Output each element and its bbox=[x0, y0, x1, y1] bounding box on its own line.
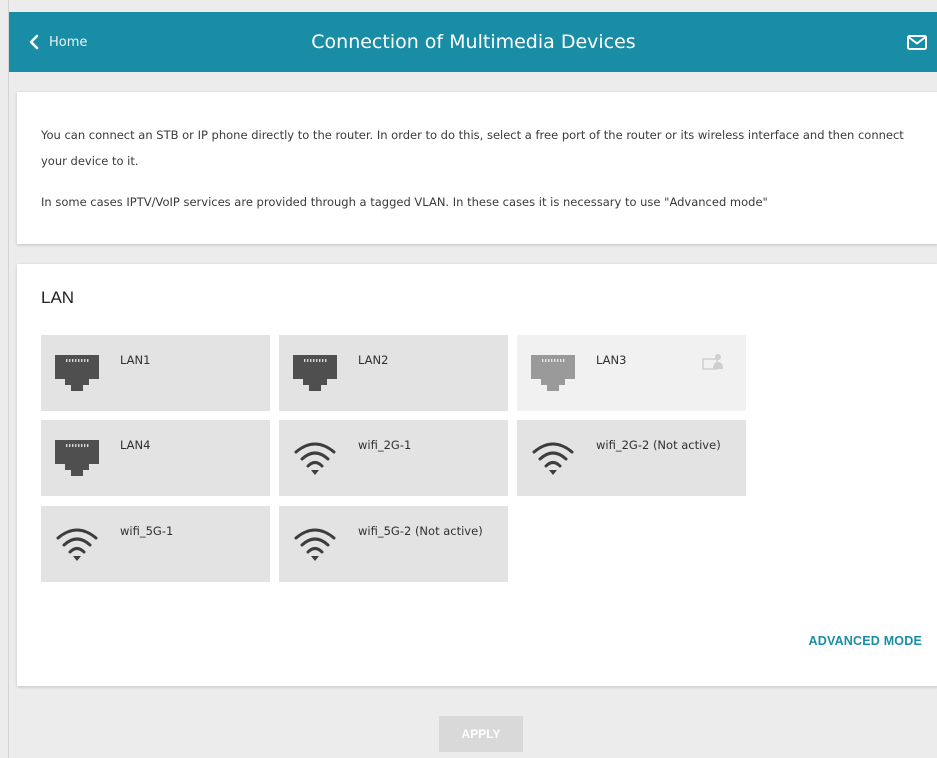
connected-device-icon bbox=[702, 354, 723, 370]
ethernet-port-icon bbox=[55, 440, 99, 476]
port-tile-wifi-5g-1[interactable]: wifi_5G-1 bbox=[41, 506, 270, 582]
wifi-icon bbox=[532, 442, 574, 475]
port-tile-lan4[interactable]: LAN4 bbox=[41, 420, 270, 496]
top-bar: Home Connection of Multimedia Devices bbox=[9, 12, 937, 72]
port-label: LAN1 bbox=[120, 353, 151, 367]
wifi-icon bbox=[294, 528, 336, 561]
port-tile-wifi-5g-2[interactable]: wifi_5G-2 (Not active) bbox=[279, 506, 508, 582]
ethernet-port-icon bbox=[55, 355, 99, 391]
port-tile-lan3: LAN3 bbox=[517, 335, 746, 411]
app-frame: Home Connection of Multimedia Devices Yo… bbox=[8, 0, 937, 758]
apply-button[interactable]: APPLY bbox=[439, 716, 523, 752]
advanced-mode-link[interactable]: ADVANCED MODE bbox=[809, 634, 922, 648]
port-tile-lan1[interactable]: LAN1 bbox=[41, 335, 270, 411]
port-label: LAN3 bbox=[596, 353, 627, 367]
port-tile-wifi-2g-1[interactable]: wifi_2G-1 bbox=[279, 420, 508, 496]
info-card: You can connect an STB or IP phone direc… bbox=[17, 92, 937, 244]
info-paragraph-2: In some cases IPTV/VoIP services are pro… bbox=[41, 195, 768, 209]
envelope-icon[interactable] bbox=[906, 31, 928, 53]
port-tile-lan2[interactable]: LAN2 bbox=[279, 335, 508, 411]
page-title: Connection of Multimedia Devices bbox=[311, 31, 636, 53]
port-label: wifi_5G-2 (Not active) bbox=[358, 524, 483, 538]
lan-section-title: LAN bbox=[41, 288, 75, 307]
ethernet-port-icon bbox=[531, 355, 575, 391]
port-label: wifi_5G-1 bbox=[120, 524, 174, 538]
port-tile-wifi-2g-2[interactable]: wifi_2G-2 (Not active) bbox=[517, 420, 746, 496]
port-label: LAN2 bbox=[358, 353, 389, 367]
port-label: wifi_2G-2 (Not active) bbox=[596, 438, 721, 452]
info-paragraph-1: You can connect an STB or IP phone direc… bbox=[41, 128, 904, 168]
port-label: wifi_2G-1 bbox=[358, 438, 412, 452]
port-label: LAN4 bbox=[120, 438, 151, 452]
wifi-icon bbox=[294, 442, 336, 475]
ethernet-port-icon bbox=[293, 355, 337, 391]
wifi-icon bbox=[56, 528, 98, 561]
lan-card: LAN LAN1 LAN2 LAN3 LAN4 wifi_2G-1 wifi_2… bbox=[17, 264, 937, 686]
